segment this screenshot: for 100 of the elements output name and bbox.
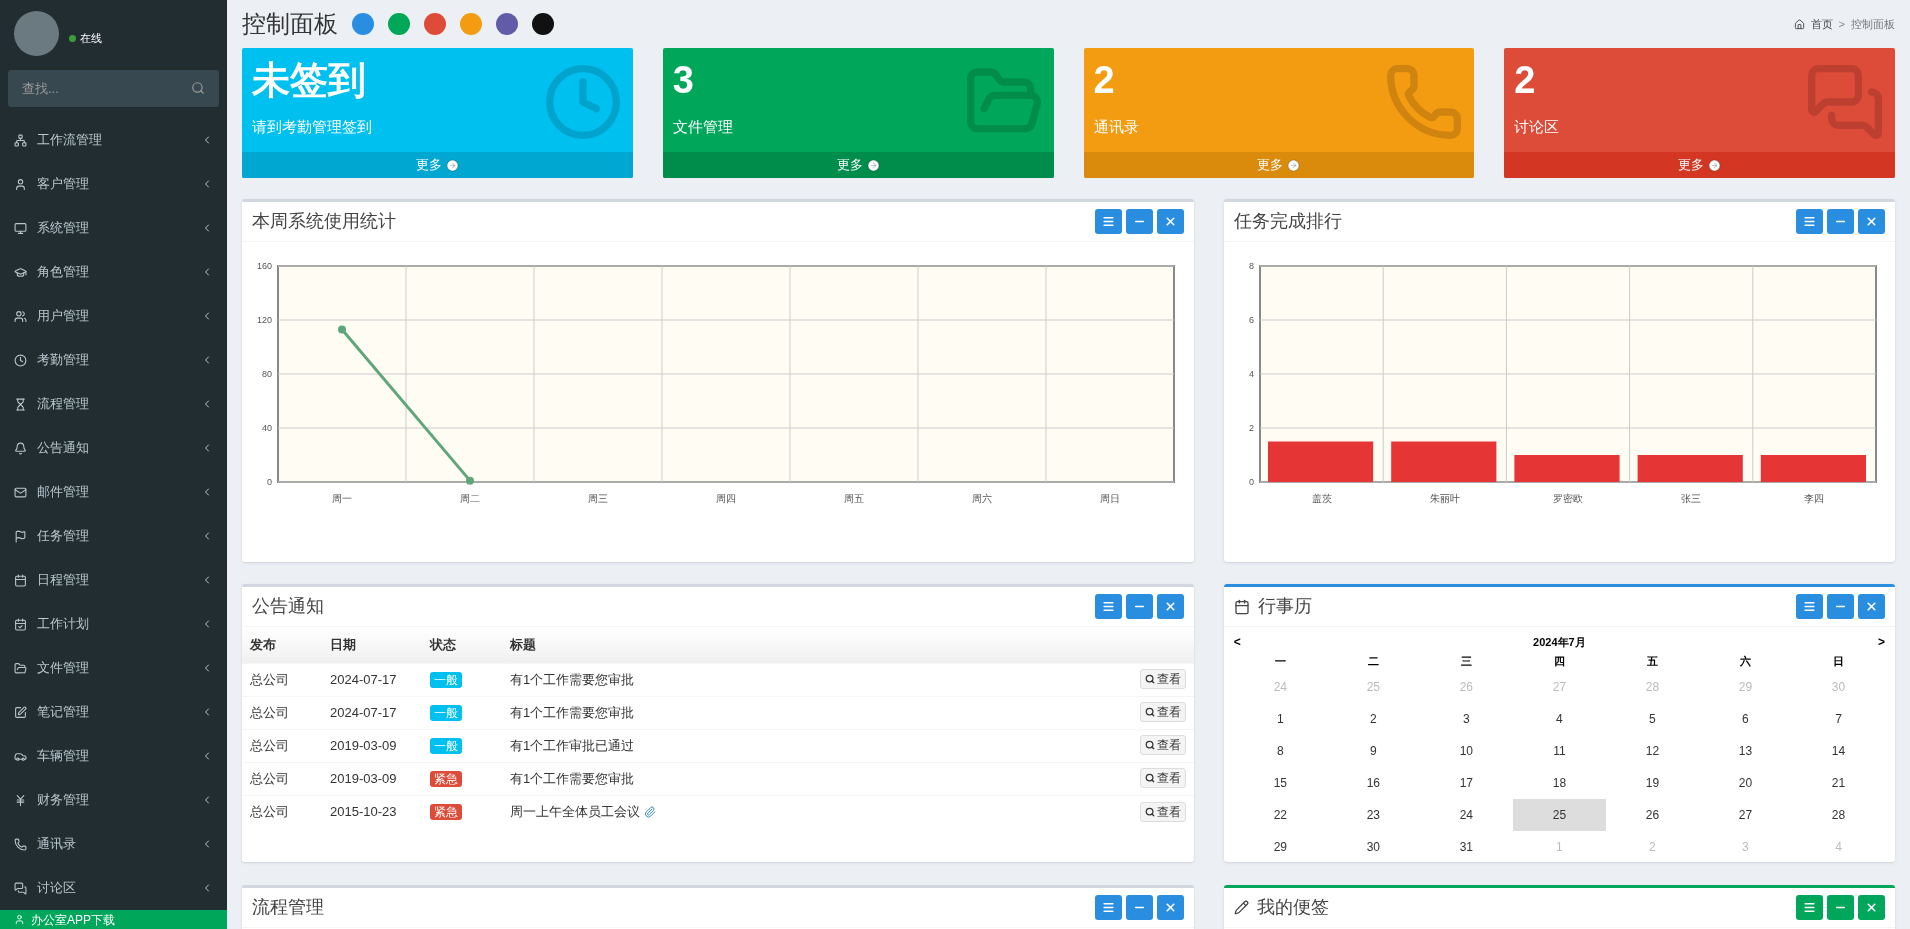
view-button[interactable]: 查看	[1139, 801, 1186, 822]
calendar-day[interactable]: 21	[1791, 767, 1885, 799]
calendar-day[interactable]: 28	[1791, 799, 1885, 831]
menu-icon	[1803, 901, 1816, 914]
calendar-day[interactable]: 30	[1326, 831, 1420, 862]
weekday-label: 六	[1738, 653, 1752, 669]
sidebar-item[interactable]: 财务管理	[0, 778, 227, 822]
hierarchy-icon	[14, 133, 27, 147]
calendar-day[interactable]: 2	[1326, 703, 1420, 735]
more-link[interactable]: 更多	[662, 152, 1054, 178]
sidebar-item[interactable]: 笔记管理	[0, 690, 227, 734]
view-button[interactable]: 查看	[1139, 768, 1186, 789]
calendar-check-icon	[14, 617, 27, 631]
calendar-day[interactable]: 20	[1698, 767, 1792, 799]
calendar-day[interactable]: 19	[1605, 767, 1699, 799]
sidebar-item[interactable]: 流程管理	[0, 382, 227, 426]
menu-button[interactable]	[1796, 594, 1823, 619]
calendar-icon	[1233, 598, 1250, 615]
view-button[interactable]: 查看	[1139, 702, 1186, 723]
close-button[interactable]	[1858, 209, 1885, 234]
minimize-button[interactable]	[1125, 209, 1153, 234]
menu-button[interactable]	[1094, 895, 1122, 920]
theme-swatch[interactable]	[424, 13, 446, 35]
sidebar-item[interactable]: 工作计划	[0, 602, 227, 646]
y-tick-label: 8	[1248, 261, 1254, 271]
sidebar-item[interactable]: 系统管理	[0, 206, 227, 250]
previous-month-button[interactable]: <	[1233, 633, 1241, 651]
menu-button[interactable]	[1796, 209, 1823, 234]
view-button[interactable]: 查看	[1139, 669, 1186, 690]
calendar-day[interactable]: 13	[1698, 735, 1792, 767]
menu-button[interactable]	[1094, 209, 1122, 234]
calendar-day[interactable]: 7	[1791, 703, 1885, 735]
graduation-cap-icon	[14, 265, 27, 279]
close-button[interactable]	[1156, 895, 1184, 920]
sidebar-item[interactable]: 公告通知	[0, 426, 227, 470]
calendar-day[interactable]: 12	[1605, 735, 1699, 767]
search-field[interactable]: 查找...	[8, 70, 219, 107]
minimize-button[interactable]	[1125, 895, 1153, 920]
minimize-button[interactable]	[1125, 594, 1153, 619]
theme-swatch[interactable]	[496, 13, 518, 35]
theme-swatch[interactable]	[532, 13, 554, 35]
calendar-day[interactable]: 1	[1233, 703, 1327, 735]
calendar-day[interactable]: 31	[1419, 831, 1513, 862]
calendar-day[interactable]: 6	[1698, 703, 1792, 735]
view-button[interactable]: 查看	[1139, 735, 1186, 756]
sidebar-item[interactable]: 日程管理	[0, 558, 227, 602]
calendar-day[interactable]: 25	[1512, 799, 1606, 831]
users-icon	[14, 309, 27, 323]
menu-button[interactable]	[1094, 594, 1122, 619]
breadcrumb-item[interactable]: 首页	[1810, 15, 1833, 33]
calendar-day[interactable]: 3	[1419, 703, 1513, 735]
calendar-day[interactable]: 22	[1233, 799, 1327, 831]
stat-label: 通讯录	[1093, 117, 1139, 137]
calendar-day[interactable]: 9	[1326, 735, 1420, 767]
calendar-day[interactable]: 26	[1605, 799, 1699, 831]
calendar-day[interactable]: 10	[1419, 735, 1513, 767]
calendar-day[interactable]: 24	[1419, 799, 1513, 831]
sidebar-item[interactable]: 讨论区	[0, 866, 227, 910]
sidebar-item[interactable]: 任务管理	[0, 514, 227, 558]
x-tick-label: 周一	[332, 493, 352, 504]
menu-icon	[1803, 600, 1816, 613]
calendar-day[interactable]: 4	[1512, 703, 1606, 735]
status-badge: 一般	[430, 737, 462, 754]
sidebar-item[interactable]: 车辆管理	[0, 734, 227, 778]
sidebar-item[interactable]: 工作流管理	[0, 118, 227, 162]
sidebar-item[interactable]: 角色管理	[0, 250, 227, 294]
calendar-day[interactable]: 15	[1233, 767, 1327, 799]
sidebar-item[interactable]: 邮件管理	[0, 470, 227, 514]
calendar-day[interactable]: 14	[1791, 735, 1885, 767]
sidebar-item[interactable]: 用户管理	[0, 294, 227, 338]
theme-swatch[interactable]	[352, 13, 374, 35]
calendar-day[interactable]: 8	[1233, 735, 1327, 767]
theme-swatch[interactable]	[388, 13, 410, 35]
more-link[interactable]: 更多	[1504, 152, 1895, 178]
calendar-day[interactable]: 27	[1698, 799, 1792, 831]
calendar-day[interactable]: 16	[1326, 767, 1420, 799]
close-button[interactable]	[1156, 209, 1184, 234]
calendar-day[interactable]: 29	[1233, 831, 1327, 862]
calendar-day[interactable]: 23	[1326, 799, 1420, 831]
panel-title: 流程管理	[252, 896, 324, 919]
table-cell-text: 有1个工作需要您审批	[510, 769, 635, 788]
sidebar-item[interactable]: 通讯录	[0, 822, 227, 866]
close-button[interactable]	[1156, 594, 1184, 619]
x-tick-label: 罗密欧	[1552, 493, 1583, 504]
bell-icon	[14, 441, 27, 455]
sidebar-item[interactable]: 文件管理	[0, 646, 227, 690]
y-tick-label: 40	[262, 423, 272, 433]
stat-value: 3	[672, 58, 695, 103]
close-button[interactable]	[1858, 895, 1885, 920]
calendar-day[interactable]: 17	[1419, 767, 1513, 799]
calendar-day[interactable]: 18	[1512, 767, 1606, 799]
calendar-day[interactable]: 11	[1512, 735, 1606, 767]
table-cell: 2024-07-17	[322, 696, 422, 729]
menu-button[interactable]	[1796, 895, 1823, 920]
theme-swatch[interactable]	[460, 13, 482, 35]
sidebar-item[interactable]: 客户管理	[0, 162, 227, 206]
sidebar-item[interactable]: 考勤管理	[0, 338, 227, 382]
next-month-button[interactable]: >	[1878, 633, 1885, 651]
calendar-day[interactable]: 5	[1605, 703, 1699, 735]
close-button[interactable]	[1858, 594, 1885, 619]
